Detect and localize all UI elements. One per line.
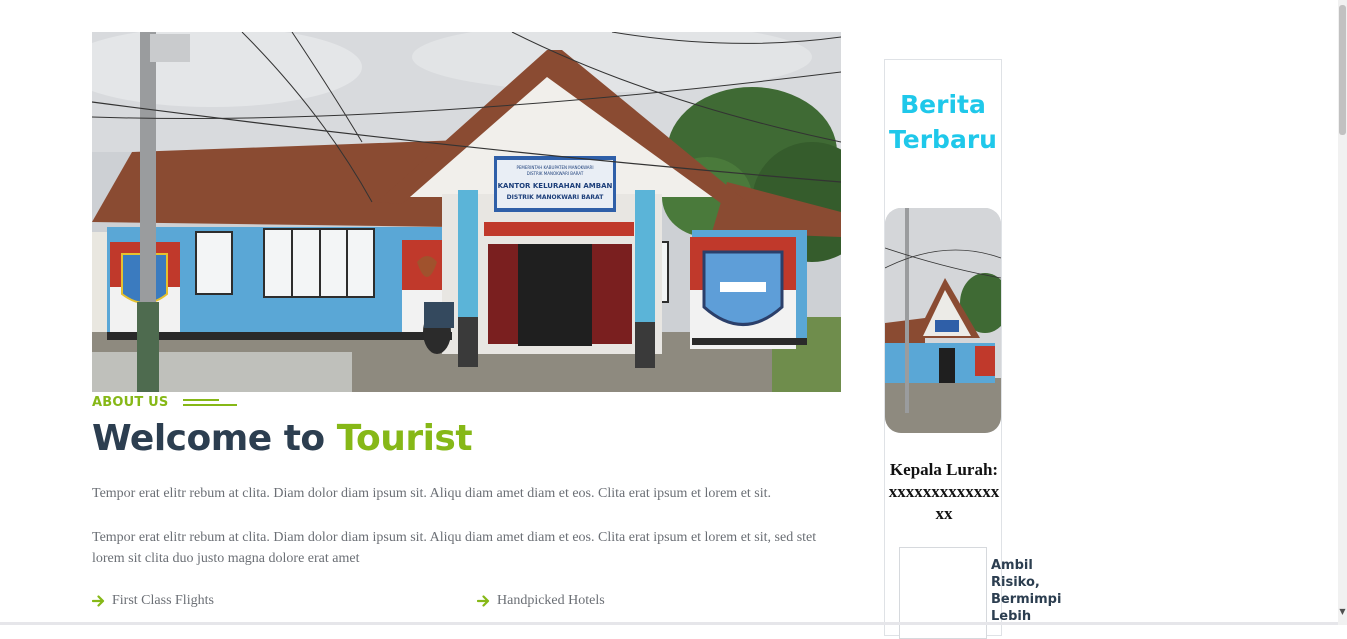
welcome-heading: Welcome to Tourist bbox=[92, 418, 473, 459]
hero-sign-line1: PEMERINTAH KABUPATEN MANOKWARI bbox=[516, 165, 593, 170]
kepala-lurah-text: Kepala Lurah: xxxxxxxxxxxxxxx bbox=[888, 460, 1000, 523]
scroll-down-arrow-icon[interactable]: ▼ bbox=[1338, 606, 1347, 618]
sidebar-title: Berita Terbaru bbox=[889, 90, 997, 154]
welcome-heading-prefix: Welcome to bbox=[92, 418, 325, 459]
feature-label: First Class Flights bbox=[112, 593, 214, 608]
about-us-text: ABOUT US bbox=[92, 394, 169, 410]
feature-item-first-class-flights: First Class Flights bbox=[92, 591, 214, 611]
news-item-title[interactable]: Ambil Risiko, Bermimpi Lebih bbox=[991, 557, 1061, 625]
about-paragraph-1: Tempor erat elitr rebum at clita. Diam d… bbox=[92, 486, 772, 501]
news-item-image[interactable] bbox=[899, 547, 987, 639]
feature-item-handpicked-hotels: Handpicked Hotels bbox=[477, 591, 605, 611]
hero-sign-title1: KANTOR KELURAHAN AMBAN bbox=[498, 182, 613, 190]
arrow-right-icon bbox=[477, 595, 490, 607]
arrow-right-icon bbox=[92, 595, 105, 607]
about-paragraph-2: Tempor erat elitr rebum at clita. Diam d… bbox=[92, 530, 817, 566]
scrollbar-thumb[interactable] bbox=[1339, 5, 1346, 135]
feature-label: Handpicked Hotels bbox=[497, 593, 605, 608]
about-us-label: ABOUT US bbox=[92, 393, 237, 411]
sidebar-thumbnail-image[interactable] bbox=[885, 208, 1001, 433]
welcome-heading-accent: Tourist bbox=[336, 418, 473, 459]
page-scrollbar[interactable]: ▼ bbox=[1338, 0, 1347, 625]
hero-sign-title2: DISTRIK MANOKWARI BARAT bbox=[507, 194, 605, 201]
about-us-decoration bbox=[182, 396, 237, 408]
hero-sign-line2: DISTRIK MANOKWARI BARAT bbox=[527, 171, 584, 176]
hero-image: PEMERINTAH KABUPATEN MANOKWARI DISTRIK M… bbox=[92, 32, 841, 392]
